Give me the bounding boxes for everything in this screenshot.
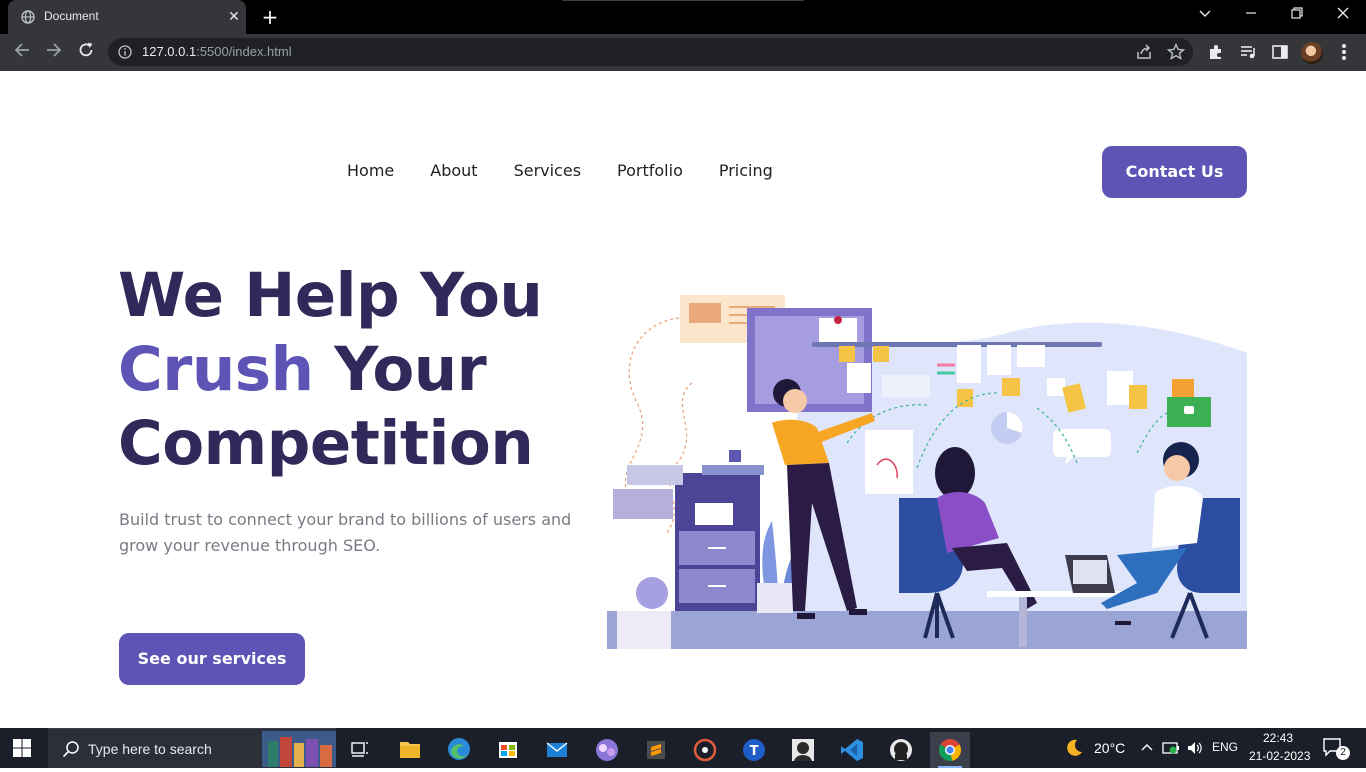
clock-time[interactable]: 22:43 [1263,731,1293,745]
windows-start-icon[interactable] [12,738,32,758]
close-window-icon[interactable] [1329,4,1357,28]
nav-link-services[interactable]: Services [514,161,581,180]
search-icon [62,741,79,758]
github-desktop-icon[interactable] [881,732,921,768]
address-bar[interactable]: 127.0.0.1:5500/index.html [108,38,1193,66]
battery-icon[interactable] [1162,740,1180,756]
file-explorer-icon[interactable] [390,732,430,768]
nav-link-home[interactable]: Home [347,161,394,180]
hero-subtitle: Build trust to connect your brand to bil… [119,510,572,555]
menu-kebab-icon[interactable] [1340,42,1348,62]
microsoft-store-icon[interactable] [488,732,528,768]
weather-temperature[interactable]: 20°C [1094,740,1125,756]
edge-browser-icon[interactable] [439,732,479,768]
media-queue-icon[interactable] [1238,42,1258,62]
restore-icon[interactable] [1283,4,1311,28]
search-highlight-image [262,731,336,767]
media-player-icon[interactable] [685,732,725,768]
sublime-text-icon[interactable] [636,732,676,768]
clock-date[interactable]: 21-02-2023 [1249,749,1310,763]
webpage: Home About Services Portfolio Pricing Co… [0,71,1366,728]
vscode-icon[interactable] [832,732,872,768]
nav-link-portfolio[interactable]: Portfolio [617,161,683,180]
forward-icon[interactable] [42,41,66,65]
browser-tab[interactable]: Document ✕ [8,0,246,34]
teams-like-app-icon[interactable]: T [734,732,774,768]
notifications-icon[interactable]: 2 [1322,737,1350,760]
see-services-button[interactable]: See our services [119,633,305,685]
mail-icon[interactable] [537,732,577,768]
tabstrip-divider [562,0,804,1]
back-icon[interactable] [10,41,34,65]
hero-title: We Help You Crush Your Competition [118,259,543,481]
browser-tabbar: Document ✕ + [0,0,1366,34]
url-text: 127.0.0.1:5500/index.html [142,44,292,59]
hero-illustration [607,295,1247,649]
weather-moon-icon[interactable] [1063,737,1085,759]
minimize-icon[interactable] [1237,4,1265,28]
extensions-icon[interactable] [1206,42,1226,62]
search-placeholder: Type here to search [88,741,212,757]
url-host: 127.0.0.1 [142,44,197,59]
hero-title-line1: We Help You [118,260,543,331]
hero-title-accent: Crush [118,334,314,405]
chevron-up-icon[interactable] [1140,741,1154,755]
hero-title-line3: Competition [118,408,534,479]
main-nav: Home About Services Portfolio Pricing [347,161,809,180]
task-view-icon[interactable] [340,732,380,768]
taskbar-search[interactable]: Type here to search [48,728,336,768]
svg-text:T: T [750,744,759,759]
new-tab-button[interactable]: + [259,7,281,29]
nav-link-pricing[interactable]: Pricing [719,161,773,180]
reload-icon[interactable] [74,41,98,65]
site-info-icon[interactable] [118,45,132,59]
hero-title-line2: Your [313,334,487,405]
volume-icon[interactable] [1186,740,1204,756]
nav-link-about[interactable]: About [430,161,477,180]
tab-search-icon[interactable] [1191,4,1219,28]
notification-count: 2 [1336,746,1350,760]
chrome-icon[interactable] [930,732,970,768]
side-panel-icon[interactable] [1270,42,1290,62]
bookmark-star-icon[interactable] [1166,42,1186,62]
url-path: :5500/index.html [196,44,292,59]
ai-assistant-app-icon[interactable] [587,732,627,768]
language-indicator[interactable]: ENG [1212,740,1238,754]
browser-toolbar: 127.0.0.1:5500/index.html [0,34,1366,71]
windows-taskbar: Type here to search T 20°C ENG 22:43 21-… [0,728,1366,768]
share-icon[interactable] [1134,42,1154,62]
contact-us-button[interactable]: Contact Us [1102,146,1247,198]
profile-avatar[interactable] [1301,42,1323,64]
globe-icon [21,10,35,24]
tab-title: Document [44,9,99,23]
profile-app-icon[interactable] [783,732,823,768]
close-tab-icon[interactable]: ✕ [226,9,242,25]
